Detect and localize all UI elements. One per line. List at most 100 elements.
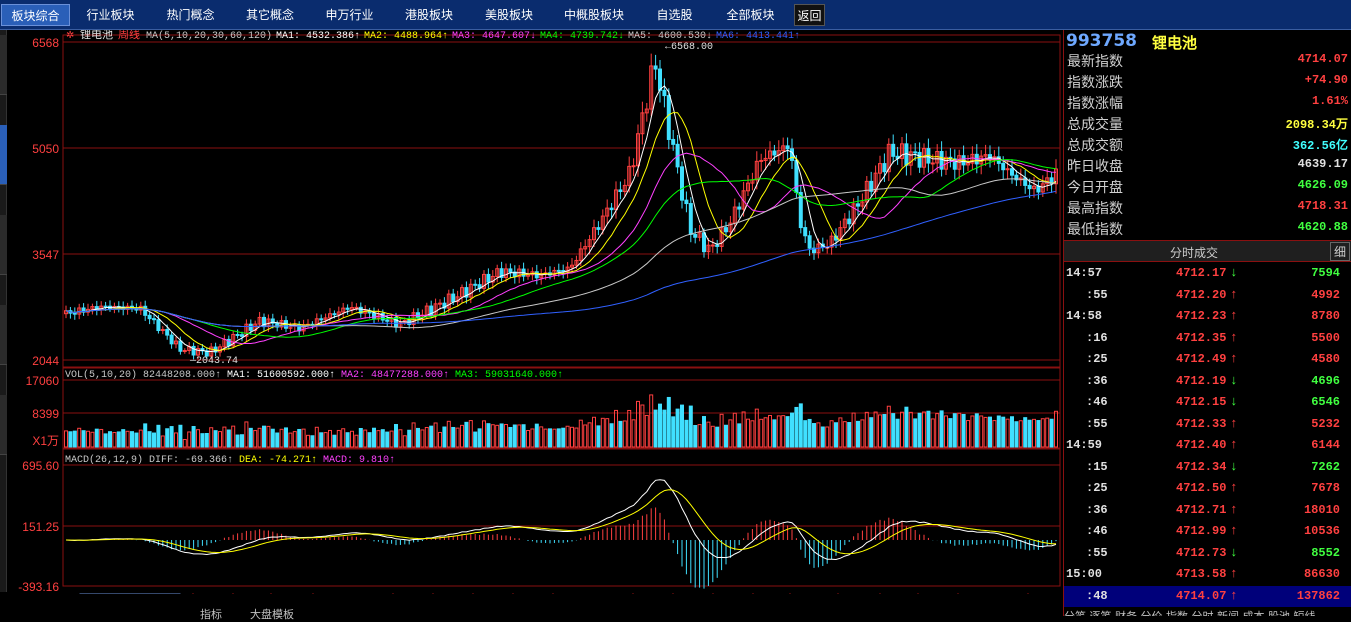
low-label: —2043.74 bbox=[189, 356, 238, 367]
trade-volume: 86630 bbox=[1303, 567, 1340, 581]
tab-7[interactable]: 中概股板块 bbox=[554, 4, 634, 26]
trade-row[interactable]: :15 4712.34 ↓ 7262 bbox=[1064, 457, 1351, 478]
trade-time: :16 bbox=[1086, 330, 1108, 345]
volume-bar bbox=[754, 408, 759, 448]
volume-bar bbox=[464, 421, 469, 448]
trade-row[interactable]: :36 4712.71 ↑ 18010 bbox=[1064, 500, 1351, 521]
volume-bar bbox=[147, 431, 152, 448]
tab-5[interactable]: 港股板块 bbox=[394, 4, 464, 26]
trade-time: :36 bbox=[1086, 502, 1108, 517]
quote-value: 4626.09 bbox=[1297, 178, 1348, 192]
candle-body bbox=[724, 227, 728, 233]
volume-bar bbox=[930, 418, 935, 448]
tab-8[interactable]: 自选股 bbox=[642, 4, 707, 26]
tab-0[interactable]: 板块综合 bbox=[1, 4, 70, 26]
high-label: ←6568.00 bbox=[665, 42, 713, 53]
volume-bar bbox=[297, 428, 302, 448]
trade-row[interactable]: :55 4712.33 ↑ 5232 bbox=[1064, 414, 1351, 435]
volume-bar bbox=[561, 427, 566, 448]
trade-time: :55 bbox=[1086, 545, 1108, 560]
volume-bar bbox=[420, 429, 425, 448]
volume-bar bbox=[394, 424, 398, 448]
arrow-up-icon: ↑ bbox=[1230, 329, 1238, 345]
candle-body bbox=[160, 329, 165, 332]
detail-button[interactable]: 细 bbox=[1330, 242, 1350, 261]
trade-row[interactable]: :55 4712.73 ↓ 8552 bbox=[1064, 543, 1351, 564]
volume-bar bbox=[530, 428, 535, 448]
volume-bar bbox=[451, 426, 456, 448]
trade-time: :46 bbox=[1086, 395, 1108, 409]
volume-bar bbox=[1054, 410, 1058, 448]
bottom-tab-1[interactable]: 大盘模板 bbox=[250, 606, 294, 622]
trade-bottom-tabs[interactable]: 分笔 逐笔 财务 分价 指数 分时 新闻 成本 股池 短线 bbox=[1064, 608, 1351, 616]
quote-label: 今日开盘 bbox=[1067, 180, 1123, 196]
tab-1[interactable]: 行业板块 bbox=[75, 4, 146, 26]
volume-bar bbox=[121, 429, 126, 448]
volume-bar bbox=[1023, 417, 1028, 448]
volume-bar bbox=[860, 419, 865, 448]
volume-bar bbox=[671, 416, 676, 448]
tab-9[interactable]: 全部板块 bbox=[715, 4, 786, 26]
volume-bar bbox=[798, 403, 803, 448]
volume-bar bbox=[442, 426, 447, 448]
volume-bar bbox=[614, 409, 618, 448]
volume-bar bbox=[834, 422, 838, 448]
volume-bar bbox=[1036, 420, 1041, 448]
trade-row[interactable]: :16 4712.35 ↑ 5500 bbox=[1064, 328, 1351, 349]
vol-legend-item: VOL(5,10,20) 82448208.000↑ bbox=[65, 369, 221, 381]
trade-row[interactable]: :48 4714.07 ↑ 137862 bbox=[1064, 585, 1351, 607]
trade-row[interactable]: :25 4712.49 ↑ 4580 bbox=[1064, 349, 1351, 370]
trade-row[interactable]: 15:00 4713.58 ↑ 86630 bbox=[1064, 564, 1351, 585]
vol-legend-item: MA3: 59031640.000↑ bbox=[455, 370, 563, 381]
volume-bar bbox=[508, 427, 513, 448]
volume-bar bbox=[196, 429, 200, 448]
tab-10[interactable]: 返回 bbox=[794, 4, 825, 26]
volume-bar bbox=[759, 418, 764, 448]
trade-row[interactable]: :46 4712.99 ↑ 10536 bbox=[1064, 521, 1351, 542]
quote-label: 最高指数 bbox=[1067, 201, 1123, 217]
volume-bar bbox=[429, 425, 434, 448]
trade-volume: 6546 bbox=[1311, 395, 1340, 409]
trade-row[interactable]: :36 4712.19 ↓ 4696 bbox=[1064, 371, 1351, 392]
volume-bar bbox=[341, 428, 346, 448]
tab-2[interactable]: 热门概念 bbox=[154, 4, 227, 26]
trade-row[interactable]: :25 4712.50 ↑ 7678 bbox=[1064, 478, 1351, 499]
trade-row[interactable]: :46 4712.15 ↓ 6546 bbox=[1064, 392, 1351, 413]
ma-legend-item: MA4: 4739.742↓ bbox=[540, 31, 624, 42]
volume-bar bbox=[187, 431, 192, 448]
arrow-down-icon: ↓ bbox=[1230, 372, 1238, 388]
candle-body bbox=[248, 323, 253, 331]
quote-value: +74.90 bbox=[1304, 73, 1348, 87]
tab-3[interactable]: 其它概念 bbox=[235, 4, 305, 26]
trade-price: 4712.23 bbox=[1176, 309, 1227, 323]
volume-bar bbox=[235, 434, 240, 448]
volume-bar bbox=[644, 414, 649, 448]
volume-bar bbox=[130, 431, 134, 448]
kline-chart[interactable]: 6568 5050 3547 2044 17060 8399 X1万 695.60 151.25… bbox=[0, 30, 1063, 616]
volume-bar bbox=[913, 418, 918, 448]
candle-body bbox=[856, 203, 860, 207]
volume-bar bbox=[482, 420, 486, 448]
volume-bar bbox=[543, 428, 548, 448]
volume-bar bbox=[856, 420, 860, 448]
volume-bar bbox=[878, 414, 882, 448]
trade-row[interactable]: 14:57 4712.17 ↓ 7594 bbox=[1064, 263, 1351, 284]
trade-volume: 7262 bbox=[1311, 459, 1340, 474]
volume-bar bbox=[350, 430, 354, 448]
trade-price: 4712.17 bbox=[1176, 266, 1227, 280]
volume-bar bbox=[112, 432, 117, 448]
candle-body bbox=[156, 319, 161, 332]
volume-bar bbox=[776, 415, 781, 448]
volume-bar bbox=[640, 404, 645, 448]
arrow-down-icon: ↓ bbox=[1230, 544, 1238, 560]
trade-row[interactable]: 14:58 4712.23 ↑ 8780 bbox=[1064, 306, 1351, 327]
volume-bar bbox=[882, 414, 887, 448]
bottom-tab-0[interactable]: 指标 bbox=[200, 606, 222, 622]
trade-row[interactable]: :55 4712.20 ↑ 4992 bbox=[1064, 285, 1351, 306]
tab-6[interactable]: 美股板块 bbox=[472, 4, 546, 26]
trade-row[interactable]: 14:59 4712.40 ↑ 6144 bbox=[1064, 435, 1351, 456]
tab-4[interactable]: 申万行业 bbox=[313, 4, 386, 26]
volume-bar bbox=[605, 418, 610, 448]
volume-bar bbox=[354, 434, 359, 448]
volume-bar bbox=[125, 430, 130, 448]
